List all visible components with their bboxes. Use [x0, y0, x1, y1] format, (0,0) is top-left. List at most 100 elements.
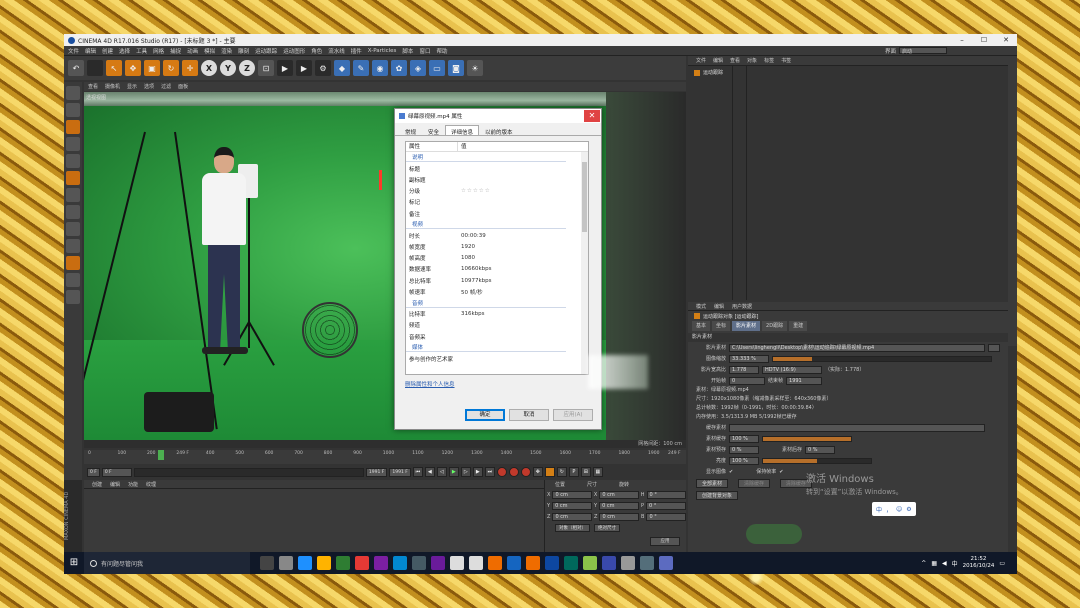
- menu-item-19[interactable]: 帮助: [436, 47, 447, 55]
- rotate-icon[interactable]: ↻: [163, 60, 179, 76]
- cube-icon[interactable]: ◆: [334, 60, 350, 76]
- dialog-close-button[interactable]: ✕: [584, 110, 600, 122]
- polygons-mode-icon[interactable]: [66, 171, 80, 185]
- viewport-menu-item-0[interactable]: 查看: [88, 83, 98, 90]
- property-row[interactable]: 帧速率 50 帧/秒: [406, 286, 588, 297]
- cache-pct-slider[interactable]: [762, 435, 852, 442]
- taskbar-app-icon[interactable]: [393, 556, 407, 570]
- taskbar-app-icon[interactable]: [621, 556, 635, 570]
- object-menu-item-1[interactable]: 编辑: [713, 57, 723, 64]
- end-frame-field-2[interactable]: 1991 F: [389, 467, 411, 477]
- snap-icon[interactable]: [66, 239, 80, 253]
- pen-icon[interactable]: ✎: [353, 60, 369, 76]
- property-row[interactable]: 总比特率 10977kbps: [406, 275, 588, 286]
- taskbar-app-icon[interactable]: [507, 556, 521, 570]
- object-menu-item-4[interactable]: 标签: [764, 57, 774, 64]
- subdivision-icon[interactable]: ◉: [372, 60, 388, 76]
- key-rot-icon[interactable]: ↻: [556, 467, 567, 477]
- menu-item-2[interactable]: 创建: [102, 47, 113, 55]
- taskbar-app-icon[interactable]: [336, 556, 350, 570]
- property-row[interactable]: 频道: [406, 320, 588, 331]
- remove-properties-link[interactable]: 删除属性和个人信息: [405, 380, 455, 388]
- menu-item-3[interactable]: 选择: [119, 47, 130, 55]
- ime-item-0[interactable]: 中: [876, 505, 882, 514]
- material-menu-item-3[interactable]: 纹理: [146, 481, 156, 488]
- right-vertical-tabs[interactable]: [1008, 56, 1017, 346]
- menu-item-13[interactable]: 角色: [311, 47, 322, 55]
- axis-mode-icon[interactable]: [66, 205, 80, 219]
- x-axis-icon[interactable]: X: [201, 60, 217, 76]
- scale-icon[interactable]: ▣: [144, 60, 160, 76]
- tray-arrow-icon[interactable]: ^: [921, 560, 926, 567]
- deformer-icon[interactable]: ◈: [410, 60, 426, 76]
- menu-item-4[interactable]: 工具: [136, 47, 147, 55]
- col-value-header[interactable]: 值: [458, 142, 467, 151]
- keep-framerate-checkbox[interactable]: ✔: [779, 469, 783, 475]
- cache-pre-field[interactable]: 0 %: [729, 445, 759, 454]
- menu-item-16[interactable]: X-Particles: [368, 48, 397, 54]
- property-row[interactable]: 音频: [406, 297, 588, 308]
- taskbar-app-icon[interactable]: [431, 556, 445, 570]
- close-window-button[interactable]: ✕: [995, 36, 1017, 44]
- create-background-button[interactable]: 创建背景对象: [696, 491, 739, 500]
- start-frame-field[interactable]: 0 F: [101, 467, 132, 477]
- array-icon[interactable]: ✿: [391, 60, 407, 76]
- property-row[interactable]: 媒体: [406, 342, 588, 353]
- menu-item-1[interactable]: 编辑: [85, 47, 96, 55]
- ok-button[interactable]: 确定: [465, 409, 505, 421]
- property-row[interactable]: 说明: [406, 152, 588, 163]
- coord-apply-button[interactable]: 应用: [650, 537, 680, 546]
- property-row[interactable]: 音频采: [406, 331, 588, 342]
- render-settings-icon[interactable]: ⚙: [315, 60, 331, 76]
- taskbar-app-icon[interactable]: [545, 556, 559, 570]
- viewport-menu-item-4[interactable]: 过滤: [161, 83, 171, 90]
- cache-post-field[interactable]: 0 %: [805, 445, 836, 454]
- end-frame-attr-field[interactable]: 1991: [786, 376, 823, 385]
- prev-key-icon[interactable]: ◀: [424, 467, 435, 477]
- taskbar-app-icon[interactable]: [412, 556, 426, 570]
- layout-select[interactable]: 启动: [899, 47, 947, 55]
- menu-item-17[interactable]: 脚本: [402, 47, 413, 55]
- object-motion-tracker[interactable]: 运动跟踪: [688, 68, 1017, 77]
- taskbar-app-icon[interactable]: [564, 556, 578, 570]
- notifications-icon[interactable]: ▭: [999, 560, 1005, 567]
- property-row[interactable]: 备注: [406, 208, 588, 219]
- property-row[interactable]: 数据速率 10660kbps: [406, 264, 588, 275]
- viewport-menu-item-2[interactable]: 显示: [127, 83, 137, 90]
- menu-item-9[interactable]: 渲染: [221, 47, 232, 55]
- taskbar-app-icon[interactable]: [583, 556, 597, 570]
- playhead[interactable]: [158, 450, 164, 460]
- redo-icon[interactable]: [87, 60, 103, 76]
- object-menu-item-5[interactable]: 书签: [781, 57, 791, 64]
- coord-size-field[interactable]: 0 cm: [599, 501, 640, 510]
- material-menu-item-1[interactable]: 编辑: [110, 481, 120, 488]
- next-frame-icon[interactable]: ▷: [460, 467, 471, 477]
- coord-rot-field[interactable]: 0 °: [646, 490, 686, 499]
- full-footage-button[interactable]: 全部素材: [696, 479, 729, 488]
- taskbar-app-icon[interactable]: [602, 556, 616, 570]
- menu-item-10[interactable]: 雕刻: [238, 47, 249, 55]
- taskbar-app-icon[interactable]: [526, 556, 540, 570]
- model-mode-icon[interactable]: [66, 86, 80, 100]
- play-icon[interactable]: ▶: [448, 467, 459, 477]
- dialog-tab-1[interactable]: 安全: [422, 125, 445, 136]
- next-key-icon[interactable]: ▶: [472, 467, 483, 477]
- coord-pos-field[interactable]: 0 cm: [552, 490, 592, 499]
- brightness-slider[interactable]: [762, 457, 872, 464]
- footage-path-field[interactable]: C:\Users\linghengli\Desktop\素材\运动追踪\绿幕原视…: [729, 343, 985, 352]
- input-lang[interactable]: 中: [952, 559, 958, 568]
- clear-cache-a-button[interactable]: 清除缓存: [737, 479, 770, 488]
- object-menu-item-2[interactable]: 查看: [730, 57, 740, 64]
- prev-frame-icon[interactable]: ◁: [436, 467, 447, 477]
- autokey-icon[interactable]: [508, 467, 519, 477]
- coord-rot-field[interactable]: 0 °: [646, 501, 686, 510]
- menu-item-6[interactable]: 捕捉: [170, 47, 181, 55]
- attr-tab-1[interactable]: 坐标: [712, 321, 731, 331]
- property-row[interactable]: 分级 ☆☆☆☆☆: [406, 186, 588, 197]
- aspect-preset-select[interactable]: HDTV (16:9): [762, 365, 822, 374]
- cancel-button[interactable]: 取消: [509, 409, 549, 421]
- taskbar-app-icon[interactable]: [488, 556, 502, 570]
- minimize-button[interactable]: –: [951, 36, 973, 44]
- coord-size-field[interactable]: 0 cm: [599, 512, 639, 521]
- coord-rot-field[interactable]: 0 °: [646, 512, 686, 521]
